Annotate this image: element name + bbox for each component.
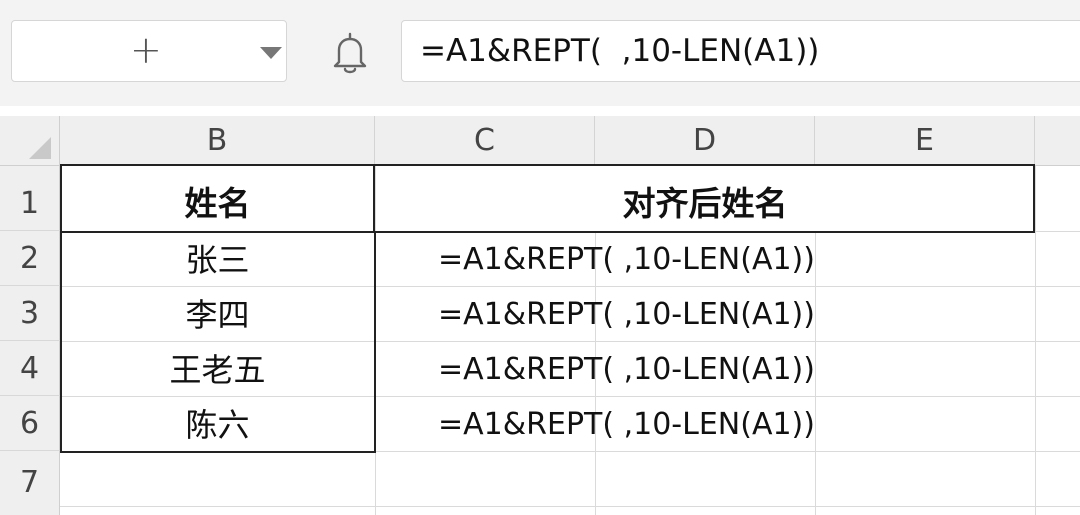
column-header-f[interactable] bbox=[1035, 116, 1080, 166]
row-header-4[interactable]: 4 bbox=[0, 341, 60, 396]
name-box[interactable]: + bbox=[11, 20, 287, 82]
table-header-divider bbox=[373, 164, 375, 233]
name-cell[interactable]: 王老五 bbox=[62, 341, 373, 396]
column-header-d[interactable]: D bbox=[595, 116, 815, 166]
formula-text[interactable]: =A1&REPT( ,10-LEN(A1)) bbox=[420, 32, 819, 70]
caret-down-icon[interactable] bbox=[260, 47, 282, 59]
spreadsheet-grid: B C D E 1 2 3 4 6 7 姓名 对齐后姓名 张三 李四 王老五 陈… bbox=[0, 106, 1080, 515]
formula-cell[interactable]: =A1&REPT( ,10-LEN(A1)) bbox=[438, 286, 1035, 341]
formula-bar[interactable]: =A1&REPT( ,10-LEN(A1)) bbox=[401, 20, 1080, 82]
formula-cell[interactable]: =A1&REPT( ,10-LEN(A1)) bbox=[438, 341, 1035, 396]
name-cell[interactable]: 李四 bbox=[62, 286, 373, 341]
plus-icon[interactable]: + bbox=[130, 28, 162, 72]
column-header-b[interactable]: B bbox=[60, 116, 375, 166]
formula-cell[interactable]: =A1&REPT( ,10-LEN(A1)) bbox=[438, 396, 1035, 451]
row-header-3[interactable]: 3 bbox=[0, 286, 60, 341]
column-header-e[interactable]: E bbox=[815, 116, 1035, 166]
row-header-2[interactable]: 2 bbox=[0, 231, 60, 286]
bell-icon[interactable] bbox=[330, 30, 370, 76]
formula-cell[interactable]: =A1&REPT( ,10-LEN(A1)) bbox=[438, 231, 1035, 286]
row-header-6[interactable]: 6 bbox=[0, 396, 60, 451]
name-cell[interactable]: 陈六 bbox=[62, 396, 373, 451]
select-all-corner[interactable] bbox=[0, 116, 60, 166]
row-header-1[interactable]: 1 bbox=[0, 166, 60, 231]
gridline bbox=[60, 506, 1080, 507]
header-aligned-name[interactable]: 对齐后姓名 bbox=[377, 166, 1033, 231]
toolbar: + =A1&REPT( ,10-LEN(A1)) bbox=[0, 0, 1080, 106]
name-cell[interactable]: 张三 bbox=[62, 231, 373, 286]
select-all-triangle-icon bbox=[29, 137, 51, 159]
column-header-c[interactable]: C bbox=[375, 116, 595, 166]
header-name[interactable]: 姓名 bbox=[62, 166, 373, 231]
row-header-7[interactable]: 7 bbox=[0, 451, 60, 515]
